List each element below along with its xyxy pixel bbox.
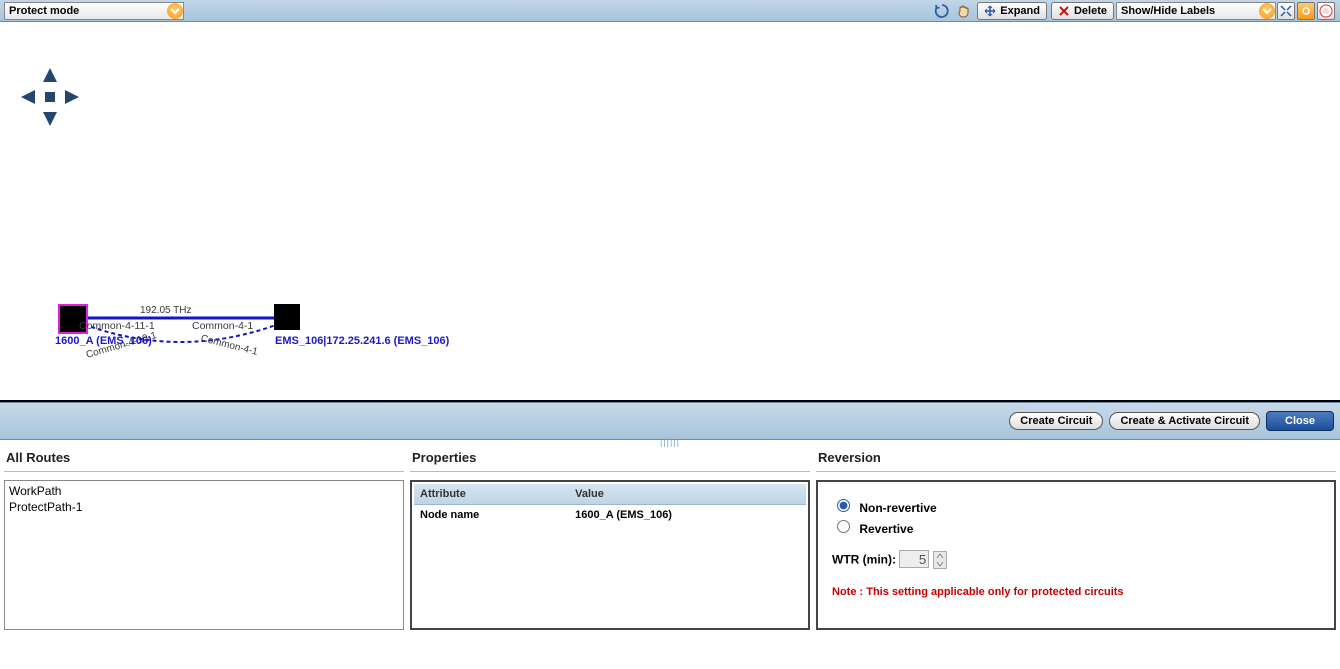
port-b-label: Common-4-1 xyxy=(192,320,253,332)
routes-listbox[interactable]: WorkPathProtectPath-1 xyxy=(4,480,404,630)
routes-title: All Routes xyxy=(6,450,402,465)
non-revertive-option[interactable]: Non-revertive xyxy=(832,496,1320,515)
spinner-up-icon xyxy=(934,552,946,560)
non-revertive-radio[interactable] xyxy=(837,499,850,512)
delete-button[interactable]: Delete xyxy=(1051,2,1114,20)
link-freq-label: 192.05 THz xyxy=(140,305,192,316)
create-circuit-button[interactable]: Create Circuit xyxy=(1009,412,1103,430)
mode-dropdown-label: Protect mode xyxy=(9,5,79,17)
col-value: Value xyxy=(569,484,806,505)
wtr-spinner xyxy=(933,551,947,569)
fit-icon[interactable] xyxy=(1277,2,1295,20)
port-a-label: Common-4-11-1 xyxy=(79,320,155,332)
col-attribute: Attribute xyxy=(414,484,569,505)
list-item[interactable]: WorkPath xyxy=(9,483,399,499)
top-toolbar: Protect mode Expand Delete Show/Hide Lab… xyxy=(0,0,1340,22)
pan-control-icon[interactable] xyxy=(15,62,85,132)
expand-button[interactable]: Expand xyxy=(977,2,1047,20)
spinner-down-icon xyxy=(934,560,946,568)
properties-table: Attribute Value Node name1600_A (EMS_106… xyxy=(414,484,806,525)
splitter-handle[interactable]: |||||| xyxy=(660,437,680,447)
action-bar: Create Circuit Create & Activate Circuit… xyxy=(0,402,1340,440)
dropdown-arrow-icon xyxy=(1259,3,1275,19)
lower-panels: All Routes WorkPathProtectPath-1 Propert… xyxy=(0,440,1340,634)
expand-button-label: Expand xyxy=(1000,5,1040,17)
refresh-icon[interactable] xyxy=(933,2,951,20)
reversion-panel: Reversion Non-revertive Revertive WTR (m… xyxy=(816,444,1336,630)
reversion-note: Note : This setting applicable only for … xyxy=(832,585,1320,599)
revertive-option[interactable]: Revertive xyxy=(832,517,1320,536)
hand-pan-icon[interactable] xyxy=(955,2,973,20)
show-hide-labels-label: Show/Hide Labels xyxy=(1121,5,1215,17)
topology-canvas[interactable]: 192.05 THz Common-4-11-1 Common-4-1 Comm… xyxy=(0,22,1340,402)
node-a-label: 1600_A (EMS_106) xyxy=(55,335,152,347)
node-b-label: EMS_106|172.25.241.6 (EMS_106) xyxy=(275,335,449,347)
properties-panel: Properties Attribute Value Node name1600… xyxy=(410,444,810,630)
reversion-title: Reversion xyxy=(818,450,1334,465)
close-button[interactable]: Close xyxy=(1266,411,1334,431)
delete-button-label: Delete xyxy=(1074,5,1107,17)
wtr-input xyxy=(899,550,929,568)
port-b2-label: Common-4-1 xyxy=(200,333,259,358)
table-row: Node name1600_A (EMS_106) xyxy=(414,505,806,526)
routes-panel: All Routes WorkPathProtectPath-1 xyxy=(4,444,404,630)
settings-icon[interactable] xyxy=(1297,2,1315,20)
mode-dropdown[interactable]: Protect mode xyxy=(4,2,184,20)
create-activate-circuit-button[interactable]: Create & Activate Circuit xyxy=(1109,412,1260,430)
list-item[interactable]: ProtectPath-1 xyxy=(9,499,399,515)
show-hide-labels-dropdown[interactable]: Show/Hide Labels xyxy=(1116,2,1276,20)
revertive-radio[interactable] xyxy=(837,520,850,533)
node-b[interactable] xyxy=(274,304,300,330)
properties-title: Properties xyxy=(412,450,808,465)
dropdown-arrow-icon xyxy=(167,3,183,19)
wtr-label: WTR (min): xyxy=(832,553,896,567)
help-icon[interactable] xyxy=(1317,2,1335,20)
